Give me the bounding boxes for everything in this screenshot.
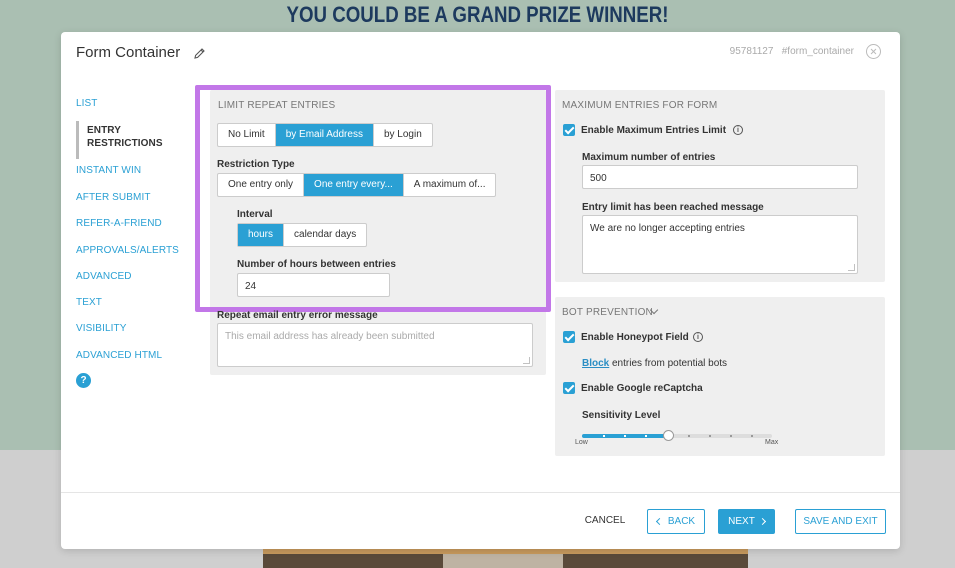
close-icon[interactable] [866,44,881,59]
promo-banner: YOU COULD BE A GRAND PRIZE WINNER! [286,2,669,27]
slider-tick [624,435,627,437]
highlight-box [195,85,551,312]
next-button[interactable]: NEXT [718,509,775,534]
limit-reached-textarea[interactable]: We are no longer accepting entries [582,215,858,274]
save-and-exit-button[interactable]: SAVE AND EXIT [795,509,886,534]
footer-divider [61,492,900,493]
error-message-textarea[interactable]: This email address has already been subm… [217,323,533,367]
slider-max-label: Max [765,439,779,446]
max-entries-label: Maximum number of entries [582,152,716,163]
back-button[interactable]: BACK [647,509,705,534]
limit-reached-label: Entry limit has been reached message [582,202,764,213]
maximum-entries-title: MAXIMUM ENTRIES FOR FORM [562,100,718,111]
chevron-left-icon [655,517,663,525]
sidebar-item-approvals-alerts[interactable]: APPROVALS/ALERTS [76,245,179,256]
enable-max-entries-label: Enable Maximum Entries Limit [581,125,727,136]
help-icon[interactable]: ? [76,373,91,388]
form-container-modal: Form Container 95781127 #form_container … [61,32,900,549]
pencil-icon[interactable] [193,47,206,60]
block-description: entries from potential bots [612,358,728,369]
bot-prevention-panel [555,297,885,456]
slider-min-label: Low [575,439,588,446]
slider-tick [603,435,606,437]
resize-grip-icon[interactable] [848,264,855,271]
sidebar-item-refer-a-friend[interactable]: REFER-A-FRIEND [76,218,162,229]
sensitivity-label: Sensitivity Level [582,410,661,421]
modal-meta-id: 95781127 #form_container [729,46,854,57]
resize-grip-icon[interactable] [523,357,530,364]
info-icon[interactable]: i [693,332,703,342]
sidebar-item-text[interactable]: TEXT [76,297,102,308]
sidebar-item-list[interactable]: LIST [76,98,98,109]
slider-tick [708,435,711,437]
sidebar-item-advanced-html[interactable]: ADVANCED HTML [76,350,162,361]
enable-max-entries-checkbox[interactable] [563,124,575,136]
recaptcha-label: Enable Google reCaptcha [581,383,703,394]
max-entries-input[interactable]: 500 [582,165,858,189]
slider-tick [645,435,648,437]
recaptcha-checkbox[interactable] [563,382,575,394]
error-message-label: Repeat email entry error message [217,310,378,321]
slider-tick [729,435,732,437]
slider-tick [687,435,690,437]
slider-handle[interactable] [662,430,674,441]
modal-title: Form Container [76,44,181,61]
slider-tick [750,435,753,437]
sensitivity-slider[interactable] [582,430,772,441]
block-link[interactable]: Block [582,358,609,369]
honeypot-checkbox[interactable] [563,331,575,343]
cancel-button[interactable]: CANCEL [579,509,631,534]
sidebar-item-entry-restrictions[interactable]: ENTRY RESTRICTIONS [76,121,163,159]
chevron-right-icon [758,517,766,525]
sidebar-item-after-submit[interactable]: AFTER SUBMIT [76,192,151,203]
info-icon[interactable]: i [733,125,743,135]
bot-prevention-title: BOT PREVENTION [562,307,653,318]
sidebar-item-instant-win[interactable]: INSTANT WIN [76,165,141,176]
honeypot-label: Enable Honeypot Field [581,332,689,343]
sidebar-item-advanced[interactable]: ADVANCED [76,271,132,282]
sidebar-item-visibility[interactable]: VISIBILITY [76,323,126,334]
